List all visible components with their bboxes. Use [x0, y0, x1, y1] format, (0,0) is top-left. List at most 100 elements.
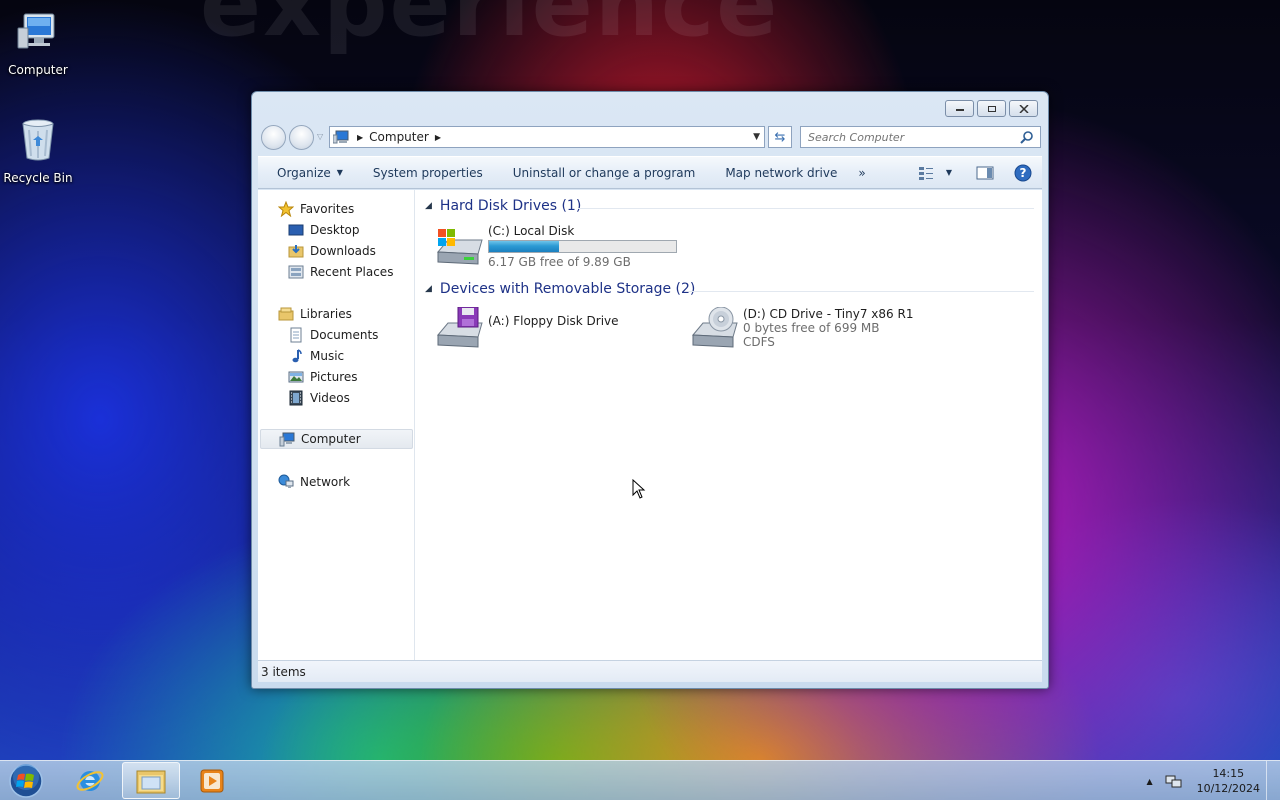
help-icon[interactable]: ? — [1014, 164, 1032, 182]
back-button[interactable] — [261, 125, 286, 150]
desktop-icon — [288, 224, 304, 236]
network-tray-icon[interactable] — [1165, 773, 1183, 789]
taskbar-windows-explorer[interactable] — [122, 762, 180, 799]
computer-icon — [17, 13, 55, 49]
drive-a-floppy[interactable]: (A:) Floppy Disk Drive — [434, 307, 619, 351]
pictures-icon — [288, 371, 304, 383]
drive-c-name: (C:) Local Disk — [488, 224, 575, 238]
organize-label: Organize — [277, 165, 331, 180]
navigation-row: ▽ ▶ Computer ▶ ▼ ⇆ — [260, 124, 1041, 150]
minimize-button[interactable] — [945, 100, 974, 117]
clock[interactable]: 14:15 10/12/2024 — [1197, 766, 1260, 796]
nav-network-label: Network — [300, 475, 351, 489]
preview-pane-icon[interactable] — [976, 166, 994, 180]
drive-c-local-disk[interactable]: (C:) Local Disk 6.17 GB free of 9.89 GB — [434, 224, 677, 269]
recent-pages-dropdown[interactable]: ▽ — [317, 132, 323, 141]
maximize-button[interactable] — [977, 100, 1006, 117]
svg-text:?: ? — [1020, 166, 1027, 180]
desktop-icon-recycle-bin[interactable]: Recycle Bin — [0, 116, 76, 185]
group-header-label: Hard Disk Drives (1) — [439, 198, 582, 214]
group-header-label: Devices with Removable Storage (2) — [439, 281, 696, 297]
search-icon[interactable] — [1020, 130, 1034, 144]
show-hidden-icons-arrow-icon[interactable]: ▲ — [1146, 777, 1152, 786]
minimize-icon — [955, 108, 964, 111]
refresh-button[interactable]: ⇆ — [768, 126, 792, 148]
nav-videos-label: Videos — [310, 391, 350, 405]
desktop-icon-label: Recycle Bin — [3, 171, 73, 185]
downloads-folder-icon — [288, 245, 304, 258]
organize-menu[interactable]: Organize ▼ — [258, 157, 358, 188]
uninstall-program-label: Uninstall or change a program — [512, 165, 696, 180]
nav-videos[interactable]: Videos — [288, 388, 350, 408]
show-desktop-button[interactable] — [1266, 761, 1280, 800]
collapse-triangle-icon[interactable]: ◢ — [425, 284, 432, 294]
taskbar-media-player[interactable] — [183, 762, 241, 799]
nav-music[interactable]: Music — [288, 346, 344, 366]
nav-documents[interactable]: Documents — [288, 325, 378, 345]
nav-music-label: Music — [310, 349, 345, 363]
drive-a-details: (A:) Floppy Disk Drive — [488, 307, 619, 351]
desktop-icon-label: Computer — [8, 63, 68, 77]
desktop-icon-computer[interactable]: Computer — [0, 8, 76, 77]
nav-libraries[interactable]: Libraries — [278, 304, 352, 324]
nav-favorites[interactable]: Favorites — [278, 199, 354, 219]
taskbar: ▲ 14:15 10/12/2024 — [0, 760, 1280, 800]
address-bar[interactable]: ▶ Computer ▶ ▼ — [329, 126, 765, 148]
drive-d-cd[interactable]: (D:) CD Drive - Tiny7 x86 R1 0 bytes fre… — [689, 307, 913, 351]
navigation-pane: Favorites Desktop Downloads Recent Place… — [258, 190, 415, 660]
change-view-icon[interactable] — [918, 166, 934, 180]
folder-icon — [136, 770, 166, 793]
close-icon — [1018, 104, 1029, 113]
drive-d-free-space: 0 bytes free of 699 MB — [743, 321, 880, 335]
group-divider — [578, 208, 1034, 209]
view-options-dropdown-icon[interactable]: ▼ — [946, 168, 952, 177]
breadcrumb-chevron-icon[interactable]: ▶ — [435, 133, 441, 142]
restore-icon — [987, 105, 996, 112]
drive-d-filesystem: CDFS — [743, 335, 775, 349]
libraries-icon — [278, 307, 294, 321]
uninstall-program-button[interactable]: Uninstall or change a program — [498, 157, 711, 188]
taskbar-internet-explorer[interactable] — [61, 762, 119, 799]
nav-downloads-label: Downloads — [310, 244, 376, 258]
breadcrumb-chevron-icon[interactable]: ▶ — [357, 133, 363, 142]
status-bar: 3 items — [258, 660, 1042, 682]
start-button[interactable] — [6, 763, 46, 799]
nav-recent-places-label: Recent Places — [310, 265, 394, 279]
drive-c-capacity-bar — [488, 240, 677, 253]
command-bar: Organize ▼ System properties Uninstall o… — [258, 156, 1042, 189]
network-icon — [278, 474, 294, 488]
more-commands-label: » — [858, 165, 866, 180]
refresh-icon: ⇆ — [774, 129, 786, 145]
nav-computer[interactable]: Computer — [260, 429, 413, 449]
address-dropdown-icon[interactable]: ▼ — [753, 132, 760, 142]
drive-d-details: (D:) CD Drive - Tiny7 x86 R1 0 bytes fre… — [743, 307, 913, 351]
forward-button[interactable] — [289, 125, 314, 150]
nav-network[interactable]: Network — [278, 472, 350, 492]
content-area: Favorites Desktop Downloads Recent Place… — [258, 190, 1042, 660]
drive-d-name: (D:) CD Drive - Tiny7 x86 R1 — [743, 307, 914, 321]
clock-time: 14:15 — [1212, 767, 1245, 780]
nav-pictures[interactable]: Pictures — [288, 367, 358, 387]
recent-places-icon — [288, 265, 304, 279]
star-icon — [278, 201, 294, 217]
search-input[interactable] — [801, 130, 1011, 144]
breadcrumb-computer[interactable]: Computer — [369, 130, 429, 144]
nav-recent-places[interactable]: Recent Places — [288, 262, 393, 282]
chevron-down-icon: ▼ — [336, 168, 343, 177]
group-header-hard-disk-drives[interactable]: ◢ Hard Disk Drives (1) — [425, 198, 581, 214]
map-network-drive-button[interactable]: Map network drive — [710, 157, 852, 188]
collapse-triangle-icon[interactable]: ◢ — [425, 201, 432, 211]
system-properties-button[interactable]: System properties — [358, 157, 498, 188]
group-header-removable-storage[interactable]: ◢ Devices with Removable Storage (2) — [425, 281, 695, 297]
nav-desktop[interactable]: Desktop — [288, 220, 360, 240]
nav-downloads[interactable]: Downloads — [288, 241, 376, 261]
close-button[interactable] — [1009, 100, 1038, 117]
drive-a-name: (A:) Floppy Disk Drive — [488, 314, 619, 328]
more-commands-button[interactable]: » — [852, 157, 880, 188]
hard-drive-icon — [436, 229, 483, 265]
nav-computer-label: Computer — [301, 432, 361, 446]
media-player-icon — [200, 769, 224, 792]
search-box[interactable] — [800, 126, 1041, 148]
system-tray: ▲ 14:15 10/12/2024 — [1146, 761, 1260, 800]
cd-drive-icon — [691, 307, 738, 348]
